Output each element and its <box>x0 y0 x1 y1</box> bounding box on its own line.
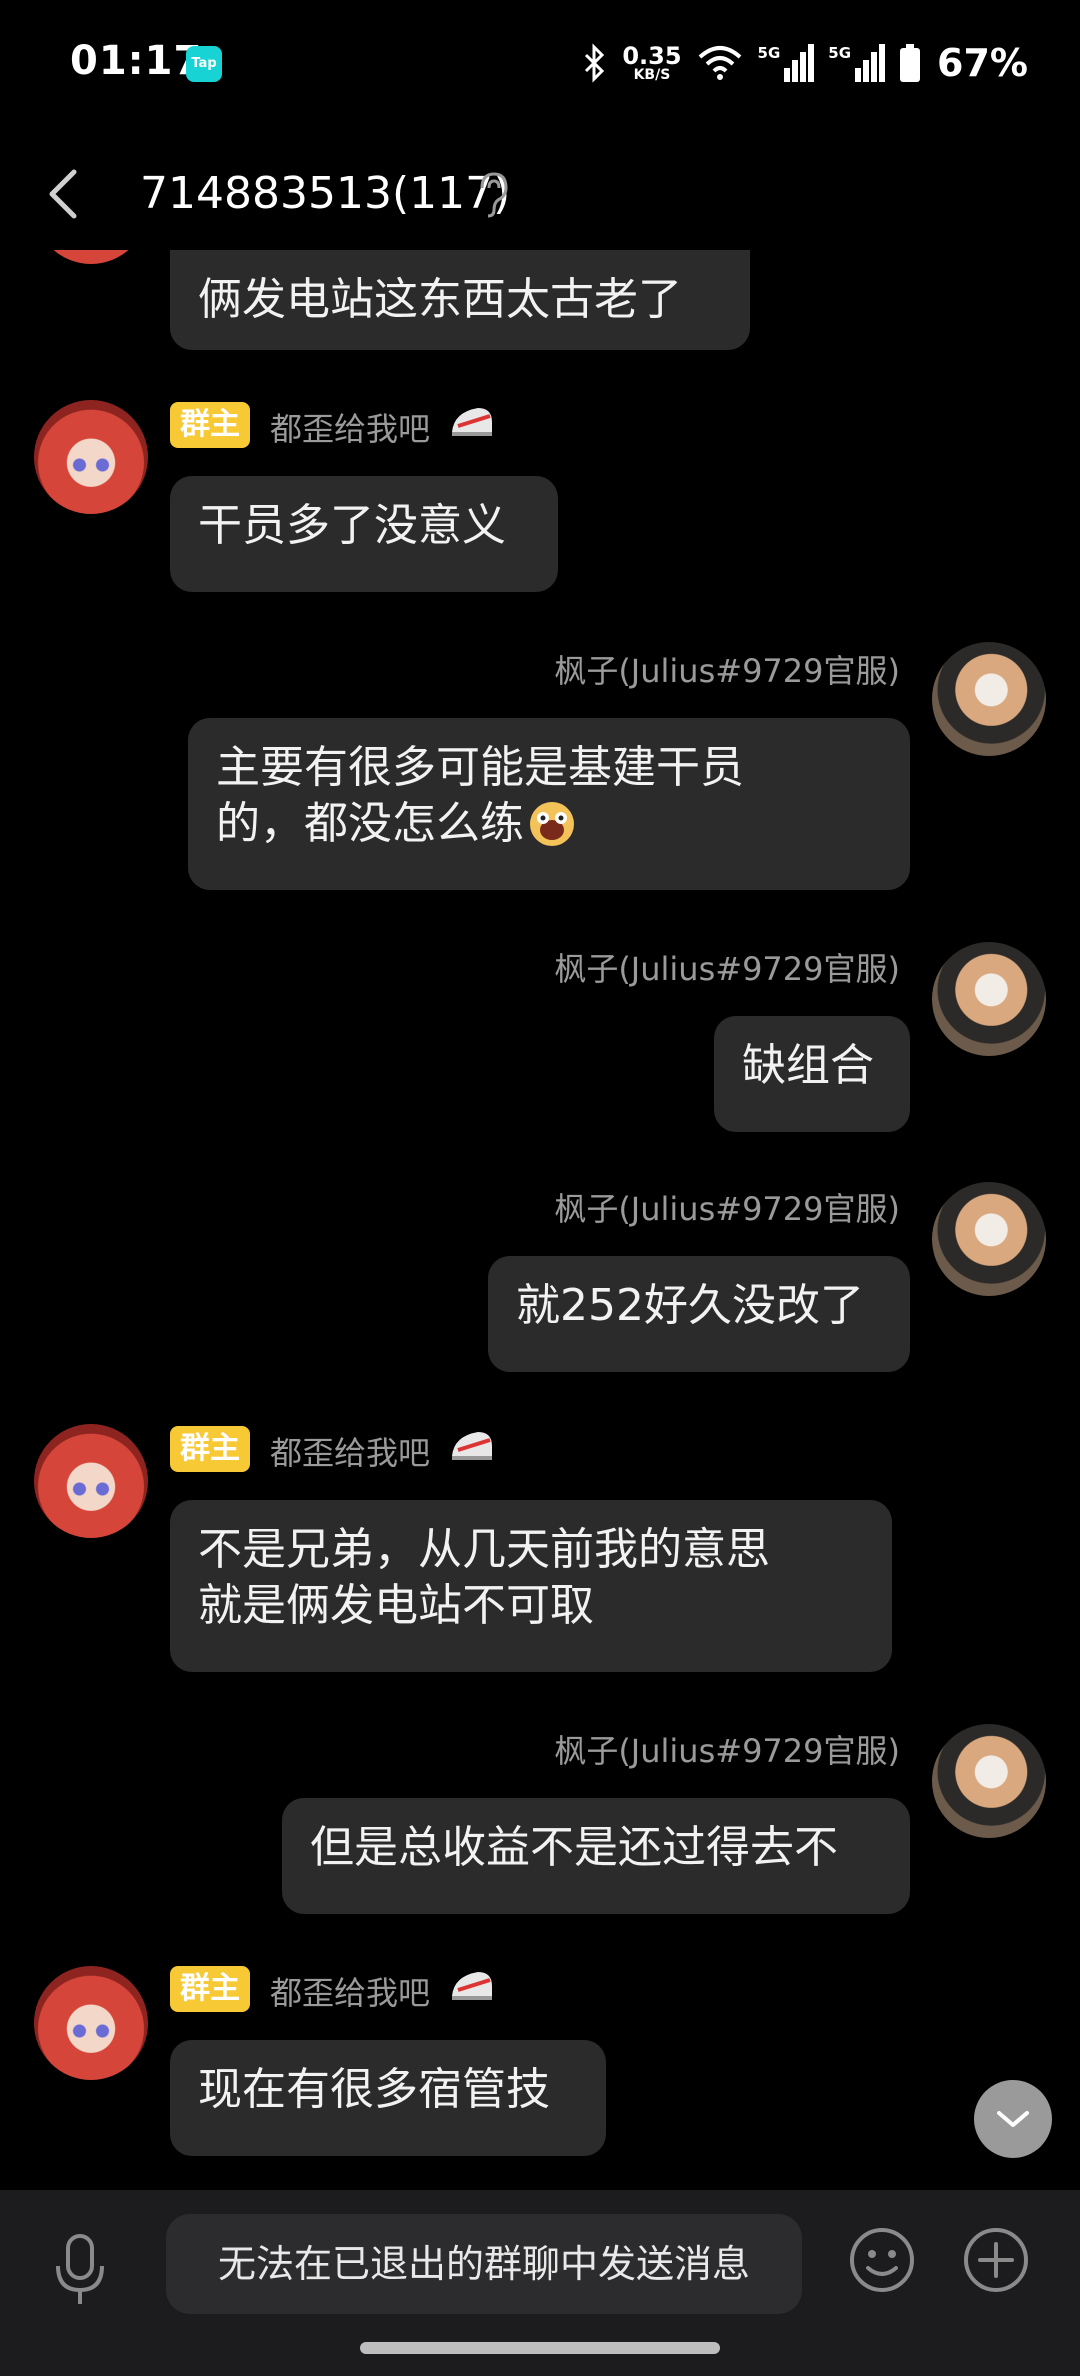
train-icon <box>452 1432 492 1460</box>
message-text-line-2: 就是俩发电站不可取 <box>198 1580 594 1631</box>
owner-badge: 群主 <box>170 1966 250 2012</box>
status-bar: 01:17 Tap 0.35 KB/S 5G 5G 67% <box>0 0 1080 120</box>
signal-1-label: 5G <box>757 44 781 62</box>
sender-name: 枫子(Julius#9729官服) <box>554 652 900 690</box>
chevron-down-icon <box>997 2111 1029 2127</box>
message-bubble[interactable]: 就252好久没改了 <box>488 1256 910 1372</box>
status-time: 01:17 <box>70 38 203 84</box>
avatar[interactable] <box>932 1724 1046 1838</box>
chat-title[interactable]: 714883513(117) <box>140 168 510 219</box>
net-speed-value: 0.35 <box>622 42 682 70</box>
message-text: 俩发电站这东西太古老了 <box>198 274 682 325</box>
avatar[interactable] <box>932 1182 1046 1296</box>
signal-icon-2: 5G <box>828 44 886 82</box>
avatar[interactable] <box>932 942 1046 1056</box>
message-text-line-1: 主要有很多可能是基建干员 <box>216 742 744 793</box>
plus-icon[interactable] <box>960 2224 1032 2296</box>
train-icon <box>452 408 492 436</box>
wifi-icon <box>698 46 741 80</box>
home-indicator[interactable] <box>360 2342 720 2354</box>
sender-name: 枫子(Julius#9729官服) <box>554 950 900 988</box>
message-text: 干员多了没意义 <box>198 500 506 551</box>
message-bubble[interactable]: 俩发电站这东西太古老了 <box>170 250 750 350</box>
owner-badge: 群主 <box>170 402 250 448</box>
message-bubble[interactable]: 现在有很多宿管技 <box>170 2040 606 2156</box>
avatar[interactable] <box>34 250 148 264</box>
chat-screen: 01:17 Tap 0.35 KB/S 5G 5G 67% 714883513(… <box>0 0 1080 2376</box>
chat-header: 714883513(117) <box>0 140 1080 250</box>
sender-name: 都歪给我吧 <box>270 1974 431 2012</box>
signal-icon-1: 5G <box>758 44 815 82</box>
message-bubble[interactable]: 但是总收益不是还过得去不 <box>282 1798 910 1914</box>
message-input-disabled[interactable]: 无法在已退出的群聊中发送消息 <box>166 2214 802 2314</box>
microphone-icon[interactable] <box>50 2230 110 2310</box>
ear-icon[interactable] <box>474 170 510 220</box>
message-text: 但是总收益不是还过得去不 <box>310 1822 838 1873</box>
sender-name: 枫子(Julius#9729官服) <box>554 1732 900 1770</box>
emoji-icon[interactable] <box>846 2224 918 2296</box>
message-text: 就252好久没改了 <box>516 1280 864 1331</box>
avatar[interactable] <box>34 400 148 514</box>
sender-name: 枫子(Julius#9729官服) <box>554 1190 900 1228</box>
emoji-face-icon <box>530 802 574 846</box>
avatar[interactable] <box>932 642 1046 756</box>
message-text-line-2: 的，都没怎么练 <box>216 798 524 849</box>
sender-name: 都歪给我吧 <box>270 1434 431 1472</box>
tap-app-icon: Tap <box>186 46 222 82</box>
scroll-to-bottom-button[interactable] <box>974 2080 1052 2158</box>
back-arrow-icon[interactable] <box>40 164 90 224</box>
avatar[interactable] <box>34 1424 148 1538</box>
battery-percent: 67% <box>937 41 1028 85</box>
message-bubble[interactable]: 不是兄弟，从几天前我的意思 就是俩发电站不可取 <box>170 1500 892 1672</box>
train-icon <box>452 1972 492 2000</box>
message-text: 现在有很多宿管技 <box>198 2064 550 2115</box>
sender-name: 都歪给我吧 <box>270 410 431 448</box>
owner-badge: 群主 <box>170 1426 250 1472</box>
message-text-line-1: 不是兄弟，从几天前我的意思 <box>198 1524 770 1575</box>
message-bubble[interactable]: 干员多了没意义 <box>170 476 558 592</box>
status-indicators: 0.35 KB/S 5G 5G 67% <box>582 38 1028 88</box>
net-speed: 0.35 KB/S <box>622 44 681 82</box>
signal-2-label: 5G <box>828 44 852 62</box>
net-speed-unit: KB/S <box>633 67 671 83</box>
message-bubble[interactable]: 缺组合 <box>714 1016 910 1132</box>
input-bar: 无法在已退出的群聊中发送消息 <box>0 2190 1080 2376</box>
message-list[interactable]: 俩发电站这东西太古老了 群主 都歪给我吧 干员多了没意义 枫子(Julius#9… <box>0 250 1080 2190</box>
message-bubble[interactable]: 主要有很多可能是基建干员 的，都没怎么练 <box>188 718 910 890</box>
battery-icon <box>900 44 921 82</box>
message-text: 缺组合 <box>742 1040 874 1091</box>
bluetooth-icon <box>585 43 605 83</box>
avatar[interactable] <box>34 1966 148 2080</box>
